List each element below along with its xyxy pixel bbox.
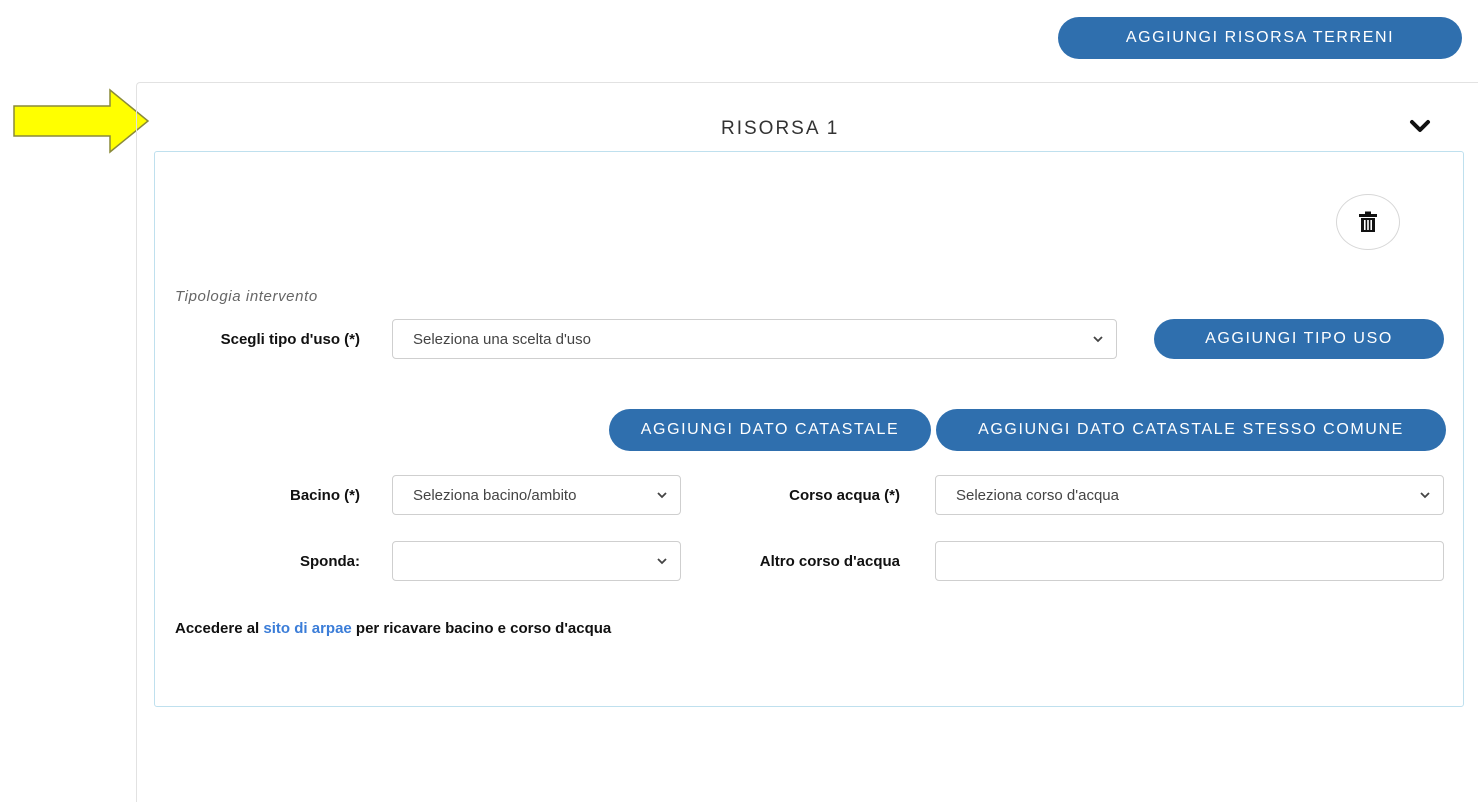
tipo-uso-select-value: Seleziona una scelta d'uso — [413, 330, 591, 348]
add-resource-button[interactable]: AGGIUNGI RISORSA TERRENI — [1058, 17, 1462, 59]
altro-corso-acqua-input[interactable] — [935, 541, 1444, 581]
arpae-note-prefix: Accedere al — [175, 620, 264, 637]
tipo-uso-label: Scegli tipo d'uso (*) — [220, 331, 360, 348]
add-dato-catastale-button[interactable]: AGGIUNGI DATO CATASTALE — [609, 409, 931, 451]
arpae-note: Accedere al sito di arpae per ricavare b… — [175, 620, 611, 637]
arrow-right-icon — [13, 88, 150, 154]
bacino-label: Bacino (*) — [289, 487, 360, 504]
corso-acqua-select-value: Seleziona corso d'acqua — [956, 486, 1119, 504]
bacino-select-value: Seleziona bacino/ambito — [413, 486, 577, 504]
altro-corso-acqua-label: Altro corso d'acqua — [759, 553, 900, 570]
corso-acqua-label: Corso acqua (*) — [789, 487, 900, 504]
sponda-label: Sponda: — [300, 553, 360, 570]
arpae-note-suffix: per ricavare bacino e corso d'acqua — [351, 620, 612, 637]
arpae-link[interactable]: sito di arpae — [263, 620, 351, 637]
chevron-down-icon[interactable] — [1409, 118, 1431, 139]
tipo-uso-select[interactable]: Seleziona una scelta d'uso — [392, 319, 1117, 359]
caret-down-icon — [657, 492, 667, 499]
add-dato-catastale-stesso-comune-button[interactable]: AGGIUNGI DATO CATASTALE STESSO COMUNE — [936, 409, 1446, 451]
trash-icon — [1359, 211, 1377, 232]
caret-down-icon — [1093, 336, 1103, 343]
delete-resource-button[interactable] — [1336, 194, 1400, 250]
corso-acqua-select[interactable]: Seleziona corso d'acqua — [935, 475, 1444, 515]
caret-down-icon — [657, 558, 667, 565]
bacino-select[interactable]: Seleziona bacino/ambito — [392, 475, 681, 515]
sponda-select[interactable] — [392, 541, 681, 581]
add-tipo-uso-button[interactable]: AGGIUNGI TIPO USO — [1154, 319, 1444, 359]
caret-down-icon — [1420, 492, 1430, 499]
section-label-tipologia: Tipologia intervento — [175, 288, 318, 305]
